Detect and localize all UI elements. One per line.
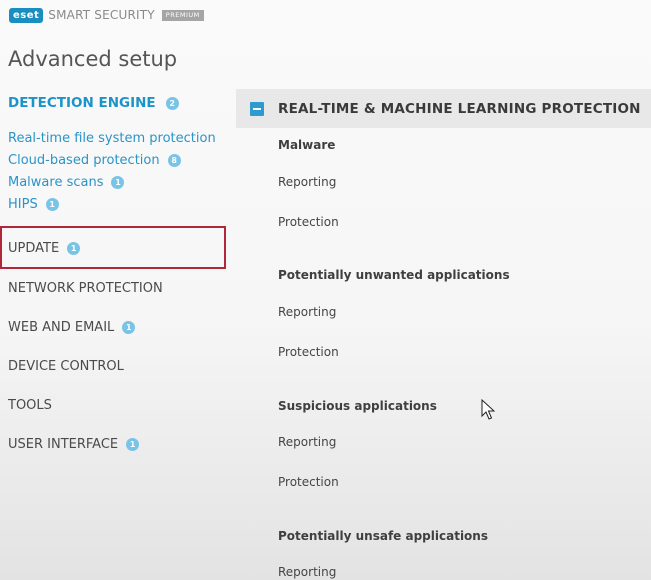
sidebar-item-label: UPDATE (8, 241, 60, 256)
sidebar-item-label: TOOLS (8, 398, 52, 413)
group-heading-suspicious: Suspicious applications (278, 399, 437, 413)
sidebar-subitem-label: HIPS (8, 197, 38, 212)
sidebar-item-label: NETWORK PROTECTION (8, 281, 163, 296)
notification-badge: 8 (167, 154, 181, 167)
sidebar-subitem-malware-scans[interactable]: Malware scans 1 (8, 175, 125, 190)
notification-badge: 1 (122, 321, 136, 334)
sidebar-subitem-real-time-protection[interactable]: Real-time file system protection (8, 131, 216, 146)
section-header: REAL-TIME & MACHINE LEARNING PROTECTION (236, 89, 651, 128)
collapse-icon[interactable] (250, 101, 264, 116)
sidebar-item-label: DEVICE CONTROL (8, 359, 124, 374)
sidebar-subitem-label: Malware scans (8, 175, 104, 190)
product-name: SMART SECURITY (48, 8, 155, 22)
notification-badge: 1 (67, 242, 81, 255)
setting-suspicious-protection[interactable]: Protection (278, 475, 339, 489)
product-tier-badge: PREMIUM (161, 9, 204, 21)
sidebar-item-label: DETECTION ENGINE (8, 95, 156, 111)
notification-badge: 1 (126, 438, 140, 451)
setting-pua-reporting[interactable]: Reporting (278, 305, 336, 319)
group-heading-malware: Malware (278, 138, 336, 152)
sidebar-item-update[interactable]: UPDATE 1 (8, 241, 81, 256)
notification-badge: 2 (165, 96, 179, 110)
brand: eset SMART SECURITY PREMIUM (9, 7, 204, 23)
sidebar-item-web-and-email[interactable]: WEB AND EMAIL 1 (8, 320, 136, 335)
setting-suspicious-reporting[interactable]: Reporting (278, 435, 336, 449)
sidebar-item-tools[interactable]: TOOLS (8, 398, 52, 413)
setting-pua-protection[interactable]: Protection (278, 345, 339, 359)
setting-malware-reporting[interactable]: Reporting (278, 175, 336, 189)
notification-badge: 1 (45, 198, 59, 211)
page-title: Advanced setup (8, 47, 178, 71)
section-title: REAL-TIME & MACHINE LEARNING PROTECTION (278, 100, 641, 117)
sidebar-item-network-protection[interactable]: NETWORK PROTECTION (8, 281, 163, 296)
sidebar-subitem-label: Real-time file system protection (8, 131, 216, 146)
setting-malware-protection[interactable]: Protection (278, 215, 339, 229)
sidebar-item-label: USER INTERFACE (8, 437, 119, 452)
sidebar-item-label: WEB AND EMAIL (8, 320, 115, 335)
sidebar-item-user-interface[interactable]: USER INTERFACE 1 (8, 437, 140, 452)
group-heading-pua: Potentially unwanted applications (278, 268, 510, 282)
mouse-pointer-icon (481, 399, 495, 420)
group-heading-unsafe: Potentially unsafe applications (278, 529, 488, 543)
eset-logo: eset (9, 7, 44, 23)
notification-badge: 1 (111, 176, 125, 189)
sidebar-subitem-cloud-protection[interactable]: Cloud-based protection 8 (8, 153, 181, 168)
sidebar-item-device-control[interactable]: DEVICE CONTROL (8, 359, 124, 374)
sidebar-item-detection-engine[interactable]: DETECTION ENGINE 2 (8, 95, 179, 111)
setting-unsafe-reporting[interactable]: Reporting (278, 565, 336, 579)
sidebar-subitem-hips[interactable]: HIPS 1 (8, 197, 59, 212)
sidebar-subitem-label: Cloud-based protection (8, 153, 160, 168)
